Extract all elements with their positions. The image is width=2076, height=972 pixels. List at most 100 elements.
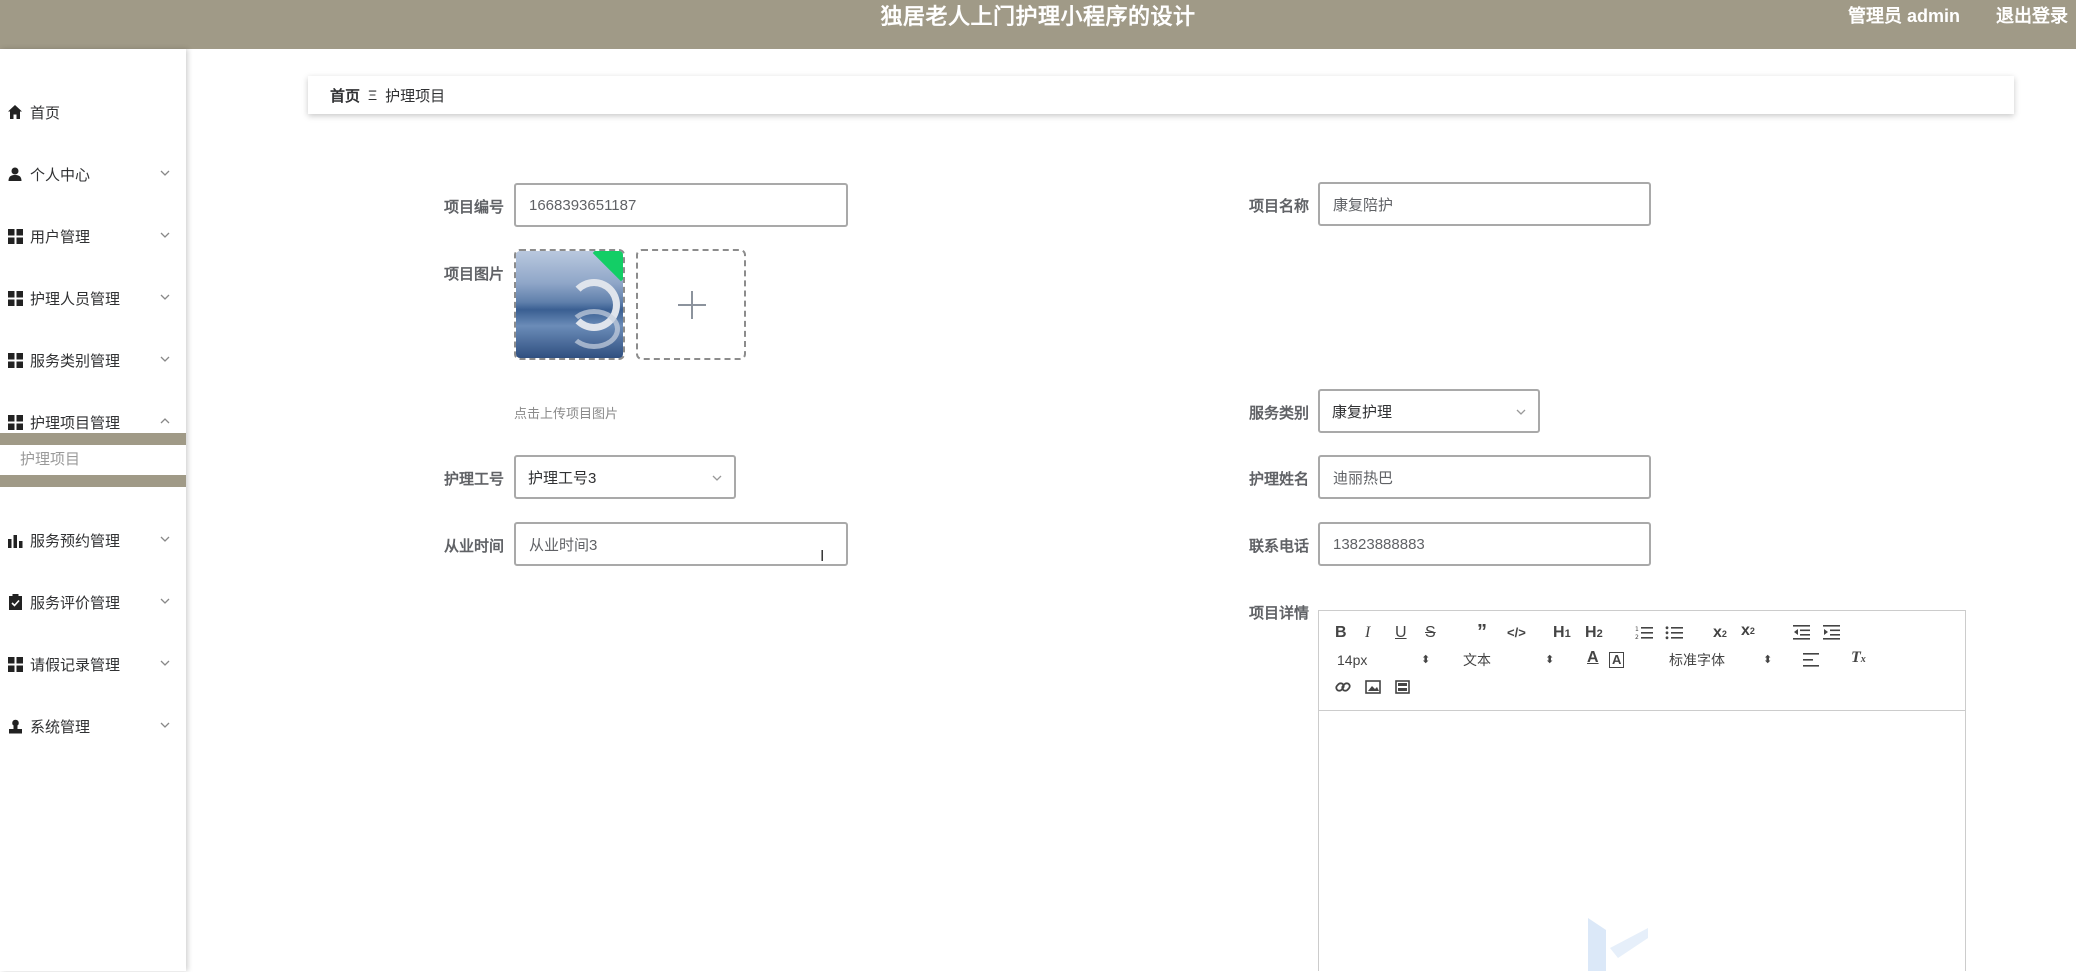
sidebar-item-label: 系统管理 — [30, 718, 91, 736]
breadcrumb-separator: Ξ — [368, 87, 378, 103]
phone-label: 联系电话 — [1248, 538, 1309, 555]
breadcrumb: 首页 Ξ 护理项目 — [308, 76, 2014, 114]
chevron-up-icon — [160, 418, 170, 424]
sidebar-item-label: 护理人员管理 — [30, 290, 121, 308]
ordered-list-icon[interactable]: 12 — [1635, 625, 1653, 641]
chevron-down-icon — [1516, 409, 1526, 415]
image-upload-button[interactable] — [636, 249, 746, 360]
italic-icon[interactable]: I — [1365, 623, 1370, 643]
nurse-no-selected: 护理工号3 — [528, 469, 597, 487]
home-icon — [6, 103, 24, 121]
sidebar-item-personal-center[interactable]: 个人中心 — [0, 154, 186, 194]
person-icon — [6, 165, 24, 183]
bold-icon[interactable]: B — [1335, 623, 1347, 643]
sidebar-item-home[interactable]: 首页 — [0, 92, 186, 132]
logout-button[interactable]: 退出登录 — [1996, 0, 2068, 33]
service-category-label: 服务类别 — [1248, 405, 1309, 422]
chevron-down-icon — [712, 475, 722, 481]
nurse-name-input[interactable]: 迪丽热巴 — [1318, 455, 1651, 499]
nurse-name-label: 护理姓名 — [1248, 471, 1309, 488]
header-select[interactable]: 文本 — [1463, 650, 1491, 670]
chevron-down-icon — [160, 170, 170, 176]
project-image-label: 项目图片 — [443, 266, 504, 283]
chevron-down-icon — [160, 232, 170, 238]
sidebar-item-service-category[interactable]: 服务类别管理 — [0, 340, 186, 380]
breadcrumb-current: 护理项目 — [385, 87, 446, 105]
plus-icon-vertical — [691, 291, 693, 319]
sidebar-item-label: 用户管理 — [30, 228, 91, 246]
sidebar-item-service-booking[interactable]: 服务预约管理 — [0, 520, 186, 560]
chevron-down-icon — [160, 536, 170, 542]
rich-text-editor: B I U S ” </> H1 H2 12 x2 x2 14px ⬍ 文本 ⬍… — [1318, 610, 1966, 971]
sidebar-item-label: 服务类别管理 — [30, 352, 121, 370]
heading-2-icon[interactable]: H2 — [1585, 623, 1603, 644]
indent-icon[interactable] — [1823, 625, 1840, 640]
blockquote-icon[interactable]: ” — [1477, 622, 1487, 642]
link-icon[interactable] — [1335, 679, 1351, 695]
app-title: 独居老人上门护理小程序的设计 — [880, 4, 1196, 29]
details-label: 项目详情 — [1248, 605, 1309, 622]
clipboard-icon — [6, 593, 24, 611]
svg-text:2: 2 — [1635, 634, 1639, 641]
image-icon[interactable] — [1365, 680, 1381, 694]
grid-icon — [6, 655, 24, 673]
submenu-care-project: 护理项目 — [0, 433, 186, 488]
editor-toolbar: B I U S ” </> H1 H2 12 x2 x2 14px ⬍ 文本 ⬍… — [1319, 611, 1965, 711]
sidebar: 首页 个人中心 用户管理 护理人员管理 服务类别管理 护理项目管理 护理项目 服… — [0, 49, 186, 971]
subscript-icon[interactable]: x2 — [1713, 623, 1727, 644]
background-color-icon[interactable]: A — [1609, 652, 1625, 668]
project-no-label: 项目编号 — [443, 199, 504, 216]
project-image-thumbnail[interactable] — [514, 249, 625, 360]
upload-tip: 点击上传项目图片 — [514, 406, 619, 421]
project-no-input[interactable]: 1668393651187 — [514, 183, 848, 227]
current-user: 管理员 admin — [1848, 6, 1961, 26]
font-color-icon[interactable]: A — [1587, 648, 1599, 668]
sidebar-item-label: 请假记录管理 — [30, 656, 121, 674]
strikethrough-icon[interactable]: S — [1425, 623, 1436, 643]
text-cursor-icon: I — [820, 548, 825, 565]
sidebar-item-label: 服务预约管理 — [30, 532, 121, 550]
chevron-down-icon — [160, 598, 170, 604]
outdent-icon[interactable] — [1793, 625, 1810, 640]
font-family-select[interactable]: 标准字体 — [1669, 650, 1725, 670]
submenu-divider — [0, 475, 186, 487]
sidebar-item-service-review[interactable]: 服务评价管理 — [0, 582, 186, 622]
chevron-down-icon — [160, 356, 170, 362]
underline-icon[interactable]: U — [1395, 623, 1407, 643]
grid-icon — [6, 413, 24, 431]
bullet-list-icon[interactable] — [1665, 625, 1683, 641]
sidebar-item-user-management[interactable]: 用户管理 — [0, 216, 186, 256]
heading-1-icon[interactable]: H1 — [1553, 623, 1571, 644]
service-category-selected: 康复护理 — [1332, 403, 1393, 421]
sidebar-item-label: 服务评价管理 — [30, 594, 121, 612]
sidebar-item-leave-record[interactable]: 请假记录管理 — [0, 644, 186, 684]
sidebar-subitem-care-project[interactable]: 护理项目 — [0, 445, 186, 475]
nurse-no-select[interactable]: 护理工号3 — [514, 455, 736, 499]
bar-chart-icon — [6, 531, 24, 549]
sidebar-item-nurse-management[interactable]: 护理人员管理 — [0, 278, 186, 318]
font-size-select[interactable]: 14px — [1337, 650, 1367, 670]
breadcrumb-home[interactable]: 首页 — [330, 85, 360, 106]
phone-input[interactable]: 13823888883 — [1318, 522, 1651, 566]
project-name-input[interactable]: 康复陪护 — [1318, 182, 1651, 226]
sidebar-item-system-management[interactable]: 系统管理 — [0, 706, 186, 746]
top-header: 独居老人上门护理小程序的设计 管理员 admin 退出登录 — [0, 0, 2076, 49]
grid-icon — [6, 289, 24, 307]
chevron-updown-icon: ⬍ — [1421, 654, 1431, 666]
image-reflection-shape — [568, 309, 620, 349]
clear-format-icon[interactable]: Tx — [1851, 648, 1866, 670]
work-time-input[interactable]: 从业时间3 — [514, 522, 848, 566]
chevron-down-icon — [160, 660, 170, 666]
chevron-updown-icon: ⬍ — [1545, 654, 1555, 666]
sidebar-item-label: 护理项目管理 — [30, 414, 121, 432]
superscript-icon[interactable]: x2 — [1741, 621, 1755, 641]
align-icon[interactable] — [1803, 653, 1819, 667]
svg-text:1: 1 — [1635, 626, 1639, 633]
service-category-select[interactable]: 康复护理 — [1318, 389, 1540, 433]
watermark-logo — [1588, 918, 1648, 971]
grid-icon — [6, 227, 24, 245]
nurse-no-label: 护理工号 — [443, 471, 504, 488]
chevron-down-icon — [160, 722, 170, 728]
code-block-icon[interactable]: </> — [1507, 623, 1526, 643]
video-icon[interactable] — [1395, 680, 1410, 694]
